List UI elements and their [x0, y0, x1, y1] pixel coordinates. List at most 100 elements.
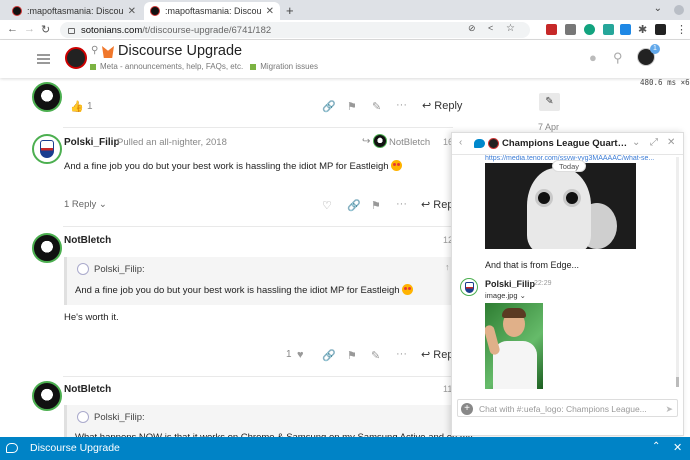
- extension-icon[interactable]: [584, 24, 595, 35]
- expand-quote-icon[interactable]: ↑: [445, 262, 450, 272]
- puzzle-icon[interactable]: ✱: [638, 23, 647, 36]
- heart-eyes-emoji-icon: [401, 284, 413, 295]
- chat-bubble-icon[interactable]: ●: [589, 50, 605, 65]
- category-link[interactable]: Meta - announcements, help, FAQs, etc.: [100, 62, 243, 71]
- avatar[interactable]: [32, 82, 62, 112]
- url-host: sotonians.com: [81, 24, 143, 36]
- subcategory-link[interactable]: Migration issues: [260, 62, 318, 71]
- reply-button[interactable]: ↩ Reply: [422, 99, 462, 112]
- chat-message-text: And that is from Edge...: [485, 260, 580, 270]
- like-count: 1: [87, 101, 93, 112]
- reply-button[interactable]: ↩ Rep: [421, 348, 453, 361]
- window-control-icon[interactable]: [674, 5, 684, 15]
- topic-title[interactable]: Discourse Upgrade: [118, 43, 242, 59]
- browser-toolbar: ← → ↻ sotonians.com/t/discourse-upgrade/…: [0, 20, 690, 40]
- thumbs-up-icon: 👍: [70, 101, 84, 113]
- quote-avatar: [77, 263, 89, 275]
- browser-tab[interactable]: :mapoftasmania: Discourse Upgr ✕: [6, 2, 142, 20]
- bottom-bar-title[interactable]: Discourse Upgrade: [30, 442, 120, 454]
- more-icon[interactable]: ···: [396, 348, 407, 360]
- browser-tab-active[interactable]: :mapoftasmania: Discourse Upgr ✕: [144, 2, 280, 20]
- chevron-up-icon[interactable]: ⌃: [652, 441, 660, 452]
- reply-to-arrow-icon: ↪: [362, 136, 371, 147]
- link-icon[interactable]: 🔗: [347, 199, 361, 212]
- file-name: image.jpg: [485, 291, 518, 300]
- hamburger-menu-icon[interactable]: [37, 54, 50, 64]
- link-icon[interactable]: 🔗: [322, 349, 336, 362]
- chat-image-photo[interactable]: [485, 303, 543, 389]
- more-vertical-icon[interactable]: ⋮: [676, 23, 687, 36]
- plus-icon[interactable]: +: [461, 403, 473, 415]
- chat-drawer: ‹ Champions League Quarter... ⌄ ⤢ ✕ http…: [451, 132, 684, 436]
- tab-title: :mapoftasmania: Discourse Upgr: [27, 6, 124, 16]
- chat-avatar[interactable]: [460, 278, 478, 296]
- chevron-down-icon[interactable]: ⌄: [654, 3, 662, 14]
- bottom-bar[interactable]: Discourse Upgrade ⌃ ✕: [0, 437, 690, 460]
- close-icon[interactable]: ✕: [128, 6, 136, 17]
- avatar[interactable]: [32, 233, 62, 263]
- post-divider: [63, 127, 453, 128]
- post-body: And a fine job you do but your best work…: [64, 160, 402, 172]
- edit-icon[interactable]: ✎: [371, 349, 380, 362]
- new-tab-icon[interactable]: +: [286, 3, 294, 18]
- avatar[interactable]: [32, 134, 62, 164]
- extension-icon[interactable]: [565, 24, 576, 35]
- back-arrow-icon[interactable]: ←: [7, 23, 18, 35]
- extension-icon[interactable]: [546, 24, 557, 35]
- search-icon[interactable]: ⚲: [613, 50, 629, 65]
- quote-avatar: [77, 411, 89, 423]
- user-title: Pulled an all-nighter, 2018: [117, 137, 227, 148]
- flag-icon[interactable]: ⚑: [371, 199, 381, 212]
- lock-icon: [68, 28, 75, 34]
- profile-icon[interactable]: [655, 24, 666, 35]
- chat-bubble-icon: [474, 139, 485, 148]
- share-icon[interactable]: <: [488, 23, 493, 33]
- avatar[interactable]: [32, 381, 62, 411]
- send-icon[interactable]: ➤: [665, 404, 673, 415]
- heart-eyes-emoji-icon: [390, 160, 402, 171]
- chat-username[interactable]: Polski_Filip: [485, 279, 535, 289]
- admin-wrench-button[interactable]: ✎: [539, 93, 560, 111]
- replies-toggle[interactable]: 1 Reply ⌄: [64, 199, 107, 210]
- reload-icon[interactable]: ↻: [41, 23, 50, 36]
- flag-icon[interactable]: ⚑: [347, 349, 357, 362]
- forward-arrow-icon[interactable]: →: [24, 23, 35, 35]
- site-favicon-icon: [12, 6, 22, 16]
- tab-title: :mapoftasmania: Discourse Upgr: [165, 6, 262, 16]
- collapse-icon[interactable]: ⌄: [632, 137, 640, 148]
- quote-username[interactable]: Polski_Filip:: [94, 412, 145, 423]
- heart-icon[interactable]: ♥: [297, 349, 304, 361]
- chat-image-owl[interactable]: [485, 163, 636, 249]
- more-icon[interactable]: ···: [396, 99, 407, 111]
- more-icon[interactable]: ···: [396, 198, 407, 210]
- reply-button[interactable]: ↩ Rep: [421, 198, 453, 211]
- quote-username[interactable]: Polski_Filip:: [94, 264, 145, 275]
- edit-icon[interactable]: ✎: [372, 100, 381, 113]
- fullscreen-icon[interactable]: ⤢: [650, 137, 658, 148]
- reply-to-avatar[interactable]: [373, 134, 387, 148]
- post-username[interactable]: NotBletch: [64, 384, 111, 395]
- extension-icon[interactable]: [603, 24, 614, 35]
- close-icon[interactable]: ✕: [667, 137, 675, 148]
- site-logo[interactable]: [65, 47, 87, 69]
- close-icon[interactable]: ✕: [266, 6, 274, 17]
- chat-composer[interactable]: + Chat with #:uefa_logo: Champions Leagu…: [457, 399, 678, 417]
- chevron-left-icon[interactable]: ‹: [459, 137, 462, 148]
- bookmark-star-icon[interactable]: ☆: [506, 23, 515, 34]
- chat-input-placeholder[interactable]: Chat with #:uefa_logo: Champions League.…: [479, 404, 659, 414]
- post-username[interactable]: Polski_Filip: [64, 137, 120, 148]
- chat-scrollbar[interactable]: [676, 157, 679, 387]
- link-icon[interactable]: 🔗: [322, 100, 336, 113]
- reply-to-username[interactable]: NotBletch: [389, 137, 430, 148]
- url-path: /t/discourse-upgrade/6741/182: [142, 24, 272, 36]
- close-icon[interactable]: ✕: [673, 441, 682, 454]
- address-bar[interactable]: sotonians.com/t/discourse-upgrade/6741/1…: [60, 22, 530, 38]
- heart-icon[interactable]: ♡: [322, 199, 332, 212]
- chat-channel-title[interactable]: Champions League Quarter...: [502, 138, 632, 149]
- browser-tab-bar: :mapoftasmania: Discourse Upgr ✕ :mapoft…: [0, 0, 690, 20]
- flag-icon[interactable]: ⚑: [347, 100, 357, 113]
- extension-icon[interactable]: [620, 24, 631, 35]
- post-username[interactable]: NotBletch: [64, 235, 111, 246]
- eye-off-icon[interactable]: ⊘: [468, 23, 476, 34]
- chat-attachment-name[interactable]: image.jpg ⌄: [485, 291, 526, 300]
